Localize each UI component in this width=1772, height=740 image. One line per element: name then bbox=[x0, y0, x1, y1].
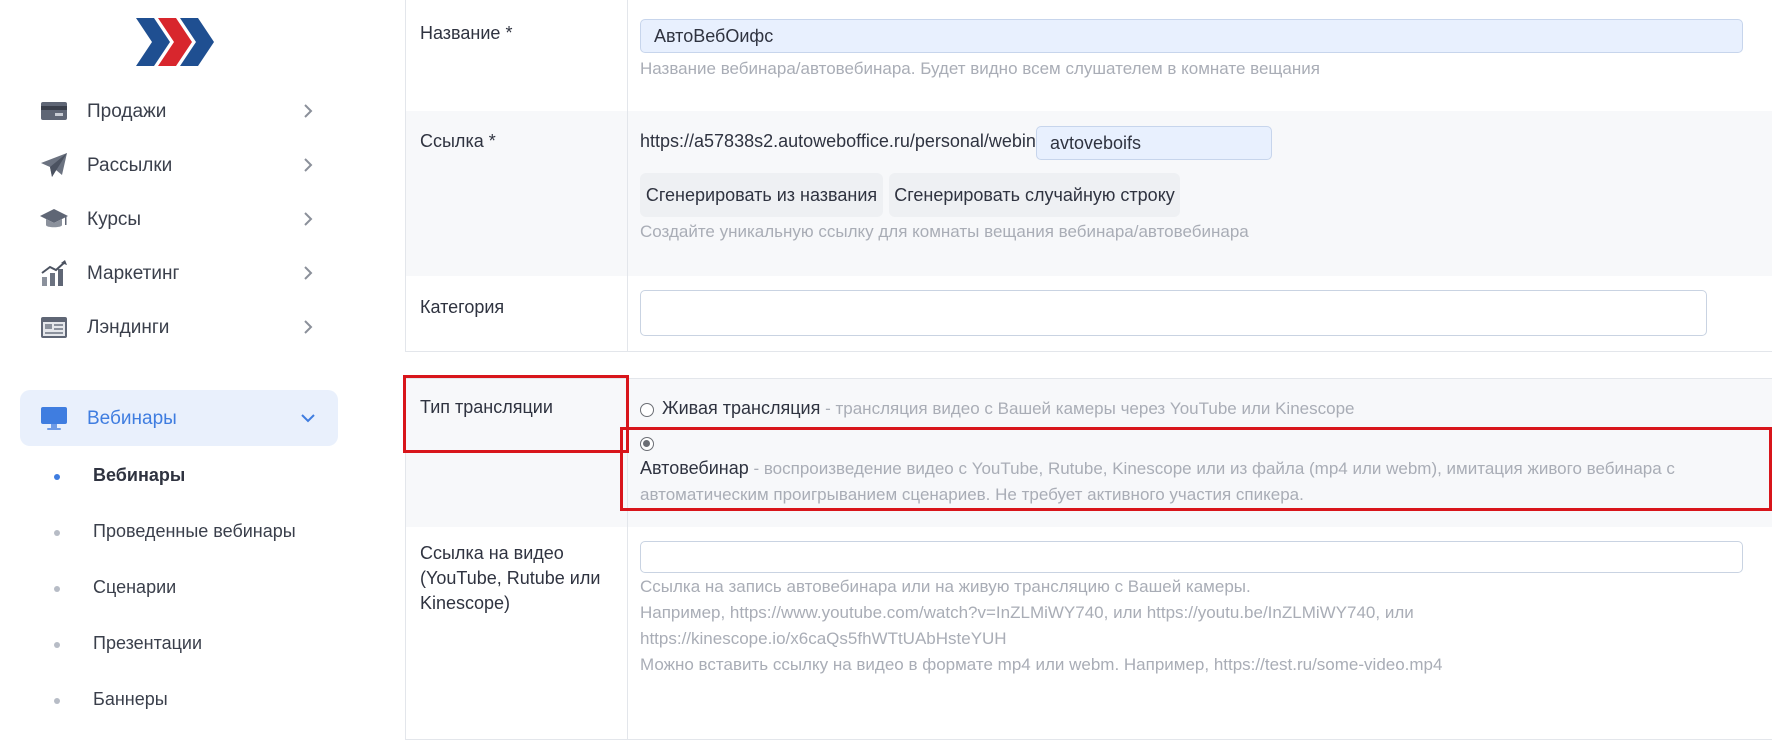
link-hint: Создайте уникальную ссылку для комнаты в… bbox=[640, 222, 1249, 241]
sidebar-item-label: Продажи bbox=[87, 101, 167, 122]
sidebar-item-webinars[interactable]: Вебинары bbox=[20, 390, 338, 446]
monitor-icon bbox=[41, 407, 67, 430]
row-value-cell bbox=[628, 276, 1772, 351]
submenu-item-past-webinars[interactable]: Проведенные вебинары bbox=[20, 510, 338, 554]
sidebar-item-landings[interactable]: Лэндинги bbox=[20, 299, 338, 355]
bullet-dot-icon bbox=[54, 586, 60, 592]
submenu-item-webinars[interactable]: Вебинары bbox=[20, 454, 338, 498]
sidebar-item-label: Лэндинги bbox=[87, 317, 170, 338]
radio-live-title: Живая трансляция bbox=[662, 398, 821, 418]
sidebar-item-label: Вебинары bbox=[87, 408, 177, 429]
landing-page-icon bbox=[41, 317, 67, 338]
submenu-item-label: Сценарии bbox=[93, 577, 177, 597]
generate-random-button[interactable]: Сгенерировать случайную строку bbox=[889, 173, 1180, 217]
generate-from-name-button[interactable]: Сгенерировать из названия bbox=[640, 173, 883, 217]
label-line: Kinescope) bbox=[420, 593, 511, 613]
radio-autowebinar-title: Автовебинар bbox=[640, 458, 749, 478]
sidebar-item-mailings[interactable]: Рассылки bbox=[20, 137, 338, 193]
chart-growth-icon bbox=[41, 260, 67, 286]
row-value-cell: Живая трансляция - трансляция видео с Ва… bbox=[628, 379, 1772, 527]
video-link-input[interactable] bbox=[640, 541, 1743, 573]
radio-option-autowebinar[interactable]: Автовебинар - воспроизведение видео с Yo… bbox=[640, 455, 1772, 508]
radio-autowebinar-desc-line2: автоматическим проигрыванием сценариев. … bbox=[640, 485, 1304, 504]
form-row-link: Ссылка * https://a57838s2.autoweboffice.… bbox=[406, 111, 1772, 277]
form-row-name: Название * Название вебинара/автовебинар… bbox=[406, 0, 1772, 112]
label-line: (YouTube, Rutube или bbox=[420, 568, 601, 588]
form-block-broadcast: Тип трансляции Живая трансляция - трансл… bbox=[405, 378, 1772, 740]
row-value-cell: Название вебинара/автовебинара. Будет ви… bbox=[628, 0, 1772, 111]
row-label-cell: Тип трансляции bbox=[406, 379, 628, 527]
name-hint: Название вебинара/автовебинара. Будет ви… bbox=[640, 59, 1320, 78]
wallet-icon bbox=[41, 102, 67, 120]
sidebar-item-label: Рассылки bbox=[87, 155, 173, 176]
graduation-cap-icon bbox=[40, 209, 68, 228]
chevron-right-icon bbox=[304, 104, 313, 118]
form-row-category: Категория bbox=[406, 276, 1772, 351]
row-value-cell: https://a57838s2.autoweboffice.ru/person… bbox=[628, 111, 1772, 276]
bullet-dot-icon bbox=[54, 530, 60, 536]
submenu-item-scenarios[interactable]: Сценарии bbox=[20, 566, 338, 610]
chevron-right-icon bbox=[304, 158, 313, 172]
bullet-dot-icon bbox=[54, 642, 60, 648]
sidebar-item-courses[interactable]: Курсы bbox=[20, 191, 338, 247]
sidebar-item-sales[interactable]: Продажи bbox=[20, 83, 338, 139]
submenu-item-label: Проведенные вебинары bbox=[93, 521, 296, 541]
radio-autowebinar-desc-line1: - воспроизведение видео с YouTube, Rutub… bbox=[748, 459, 1675, 478]
field-label-broadcast-type: Тип трансляции bbox=[420, 397, 553, 417]
brand-logo-icon[interactable] bbox=[136, 18, 214, 66]
submenu-item-label: Презентации bbox=[93, 633, 203, 653]
row-label-cell: Название * bbox=[406, 0, 628, 111]
link-url-prefix: https://a57838s2.autoweboffice.ru/person… bbox=[640, 131, 1057, 151]
field-label-video-link: Ссылка на видео (YouTube, Rutube или Kin… bbox=[420, 541, 600, 616]
radio-autowebinar[interactable] bbox=[640, 437, 654, 451]
label-line: Ссылка на видео bbox=[420, 543, 564, 563]
row-label-cell: Категория bbox=[406, 276, 628, 351]
field-label-category: Категория bbox=[420, 297, 505, 317]
radio-option-live[interactable]: Живая трансляция - трансляция видео с Ва… bbox=[640, 398, 1772, 424]
main-content: Название * Название вебинара/автовебинар… bbox=[353, 0, 1772, 740]
submenu-item-presentations[interactable]: Презентации bbox=[20, 622, 338, 666]
category-select[interactable] bbox=[640, 290, 1707, 336]
form-row-video-link: Ссылка на видео (YouTube, Rutube или Kin… bbox=[406, 527, 1772, 739]
row-label-cell: Ссылка на видео (YouTube, Rutube или Kin… bbox=[406, 527, 628, 739]
form-block-basic: Название * Название вебинара/автовебинар… bbox=[405, 0, 1772, 352]
link-slug-input[interactable] bbox=[1036, 126, 1272, 160]
form-row-broadcast-type: Тип трансляции Живая трансляция - трансл… bbox=[406, 379, 1772, 528]
chevron-right-icon bbox=[304, 266, 313, 280]
field-label-name: Название * bbox=[420, 23, 513, 43]
row-label-cell: Ссылка * bbox=[406, 111, 628, 276]
sidebar: Продажи Рассылки Курсы Маркетинг Лэндинг… bbox=[0, 0, 354, 713]
name-input[interactable] bbox=[640, 19, 1743, 53]
chevron-right-icon bbox=[304, 320, 313, 334]
field-label-link: Ссылка * bbox=[420, 131, 496, 151]
bullet-dot-icon bbox=[54, 474, 60, 480]
submenu-item-banners[interactable]: Баннеры bbox=[20, 678, 338, 722]
chevron-down-icon bbox=[301, 414, 315, 423]
row-value-cell: Ссылка на запись автовебинара или на жив… bbox=[628, 527, 1772, 739]
paper-plane-icon bbox=[41, 153, 67, 177]
sidebar-item-marketing[interactable]: Маркетинг bbox=[20, 245, 338, 301]
video-link-hint-4: Можно вставить ссылку на видео в формате… bbox=[640, 655, 1443, 674]
radio-live-desc: - трансляция видео с Вашей камеры через … bbox=[820, 399, 1355, 418]
submenu-item-label: Вебинары bbox=[93, 465, 186, 485]
radio-live[interactable] bbox=[640, 403, 654, 417]
sidebar-item-label: Маркетинг bbox=[87, 263, 180, 284]
chevron-right-icon bbox=[304, 212, 313, 226]
submenu-item-label: Баннеры bbox=[93, 689, 168, 709]
sidebar-item-label: Курсы bbox=[87, 209, 142, 230]
bullet-dot-icon bbox=[54, 698, 60, 704]
